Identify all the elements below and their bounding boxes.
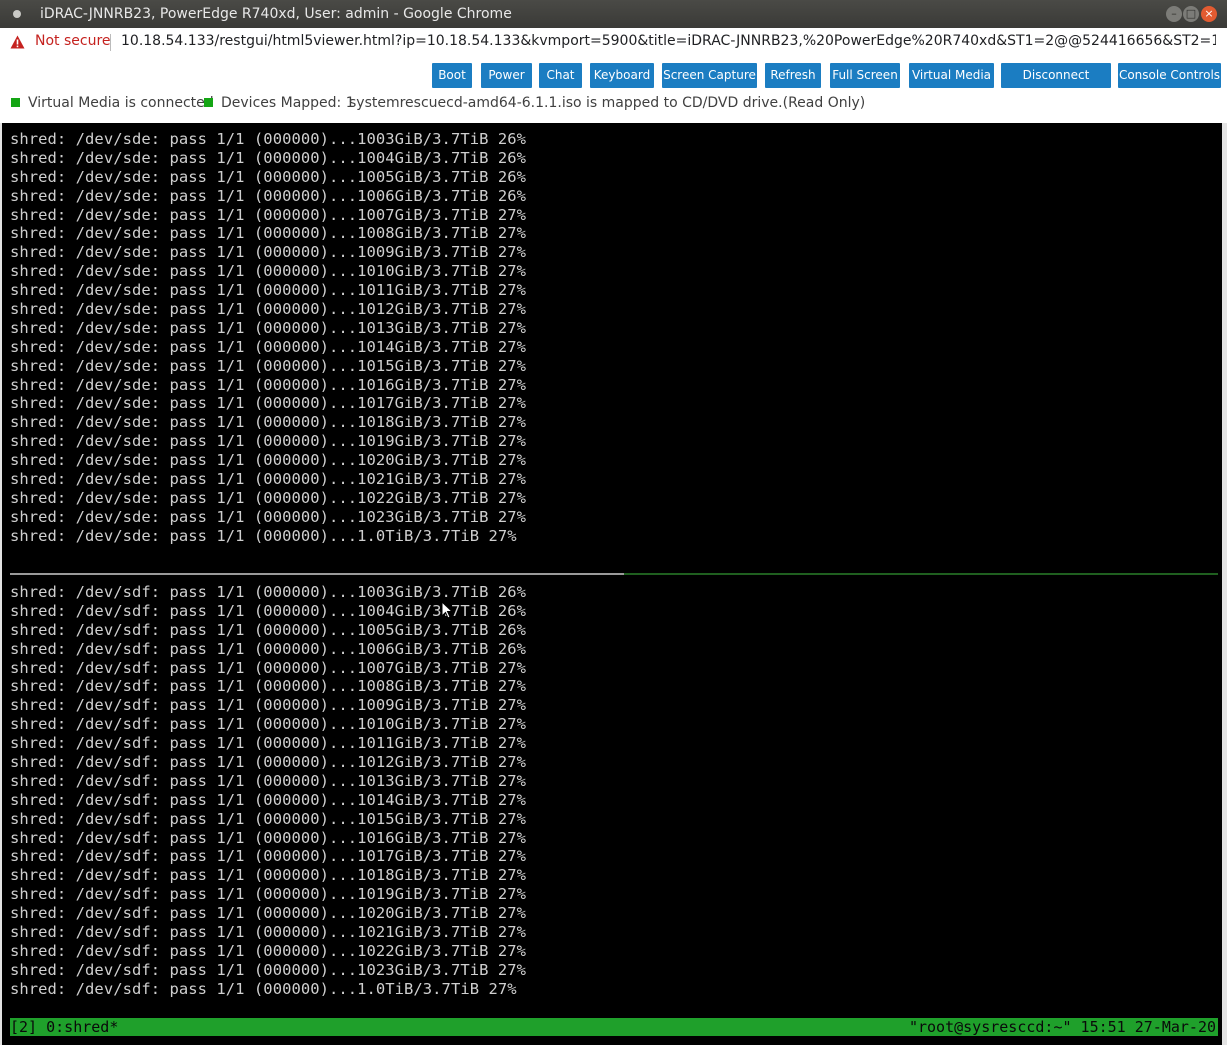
terminal-line: shred: /dev/sde: pass 1/1 (000000)...101… (10, 413, 526, 432)
terminal-line: shred: /dev/sde: pass 1/1 (000000)...101… (10, 262, 526, 281)
terminal-line: shred: /dev/sde: pass 1/1 (000000)...101… (10, 394, 526, 413)
terminal-line: shred: /dev/sde: pass 1/1 (000000)...102… (10, 451, 526, 470)
terminal-line: shred: /dev/sdf: pass 1/1 (000000)...101… (10, 790, 526, 809)
virtual-media-button[interactable]: Virtual Media (909, 63, 994, 88)
terminal-line: shred: /dev/sdf: pass 1/1 (000000)...101… (10, 715, 526, 734)
terminal-line: shred: /dev/sdf: pass 1/1 (000000)...100… (10, 677, 526, 696)
terminal-line: shred: /dev/sde: pass 1/1 (000000)...101… (10, 281, 526, 300)
terminal-line: shred: /dev/sdf: pass 1/1 (000000)...102… (10, 960, 526, 979)
tmux-status-bar: [2] 0:shred* "root@sysresccd:~" 15:51 27… (10, 1018, 1218, 1036)
terminal-line: shred: /dev/sde: pass 1/1 (000000)...102… (10, 488, 526, 507)
power-button[interactable]: Power (481, 63, 532, 88)
terminal-line: shred: /dev/sdf: pass 1/1 (000000)...101… (10, 771, 526, 790)
terminal-line: shred: /dev/sdf: pass 1/1 (000000)...100… (10, 658, 526, 677)
terminal-line: shred: /dev/sdf: pass 1/1 (000000)...102… (10, 904, 526, 923)
terminal-line: shred: /dev/sde: pass 1/1 (000000)...102… (10, 507, 526, 526)
terminal-line: shred: /dev/sdf: pass 1/1 (000000)...101… (10, 866, 526, 885)
screen-capture-button[interactable]: Screen Capture (662, 63, 757, 88)
terminal-line: shred: /dev/sdf: pass 1/1 (000000)...101… (10, 809, 526, 828)
terminal-line: shred: /dev/sde: pass 1/1 (000000)...101… (10, 318, 526, 337)
not-secure-label[interactable]: Not secure (35, 33, 111, 49)
chat-button[interactable]: Chat (539, 63, 582, 88)
terminal-line: shred: /dev/sde: pass 1/1 (000000)...100… (10, 224, 526, 243)
terminal-line: shred: /dev/sdf: pass 1/1 (000000)...100… (10, 620, 526, 639)
terminal-line: shred: /dev/sde: pass 1/1 (000000)...101… (10, 300, 526, 319)
console-controls-button[interactable]: Console Controls (1118, 63, 1221, 88)
terminal-line: shred: /dev/sdf: pass 1/1 (000000)...102… (10, 923, 526, 942)
terminal-line: shred: /dev/sde: pass 1/1 (000000)...100… (10, 167, 526, 186)
devices-mapped-status-icon (204, 98, 213, 107)
full-screen-button[interactable]: Full Screen (830, 63, 900, 88)
url-field[interactable]: 10.18.54.133/restgui/html5viewer.html?ip… (121, 33, 1216, 49)
terminal-line: shred: /dev/sdf: pass 1/1 (000000)...100… (10, 583, 526, 601)
pane-divider-active (624, 573, 1218, 575)
mouse-cursor-icon (441, 601, 453, 619)
terminal-line: shred: /dev/sdf: pass 1/1 (000000)...100… (10, 696, 526, 715)
terminal-line: shred: /dev/sde: pass 1/1 (000000)...100… (10, 148, 526, 167)
terminal-line: shred: /dev/sde: pass 1/1 (000000)...101… (10, 432, 526, 451)
maximize-icon[interactable]: □ (1183, 6, 1199, 22)
devices-mapped-status: Devices Mapped: 1 (221, 95, 355, 111)
console-border-right (1222, 123, 1227, 1045)
terminal-line: shred: /dev/sdf: pass 1/1 (000000)...100… (10, 639, 526, 658)
terminal-line: shred: /dev/sde: pass 1/1 (000000)...101… (10, 356, 526, 375)
pane-divider-inactive (10, 573, 624, 575)
boot-button[interactable]: Boot (432, 63, 472, 88)
window-menu-icon[interactable] (13, 10, 21, 18)
virtual-media-status-icon (11, 98, 20, 107)
terminal-line: shred: /dev/sde: pass 1/1 (000000)...102… (10, 470, 526, 489)
terminal-line: shred: /dev/sde: pass 1/1 (000000)...100… (10, 243, 526, 262)
tmux-pane-top: shred: /dev/sde: pass 1/1 (000000)...100… (10, 130, 526, 546)
virtual-media-status: Virtual Media is connected (28, 95, 214, 111)
terminal-line: shred: /dev/sde: pass 1/1 (000000)...100… (10, 186, 526, 205)
terminal-line: shred: /dev/sde: pass 1/1 (000000)...1.0… (10, 526, 517, 545)
window-titlebar: iDRAC-JNNRB23, PowerEdge R740xd, User: a… (0, 0, 1227, 28)
warning-icon (10, 35, 25, 49)
window-title: iDRAC-JNNRB23, PowerEdge R740xd, User: a… (40, 6, 512, 22)
minimize-icon[interactable]: – (1166, 6, 1182, 22)
terminal-line: shred: /dev/sde: pass 1/1 (000000)...101… (10, 375, 526, 394)
tmux-window-list: [2] 0:shred* (10, 1018, 119, 1036)
terminal-line: shred: /dev/sde: pass 1/1 (000000)...101… (10, 337, 526, 356)
terminal-line: shred: /dev/sde: pass 1/1 (000000)...100… (10, 130, 526, 148)
disconnect-viewer-button[interactable]: Disconnect Viewer (1001, 63, 1111, 107)
mapping-status: systemrescuecd-amd64-6.1.1.iso is mapped… (349, 95, 866, 111)
terminal-line: shred: /dev/sdf: pass 1/1 (000000)...102… (10, 941, 526, 960)
close-icon[interactable]: × (1201, 6, 1217, 22)
terminal-line: shred: /dev/sdf: pass 1/1 (000000)...101… (10, 828, 526, 847)
terminal-line: shred: /dev/sdf: pass 1/1 (000000)...101… (10, 753, 526, 772)
address-bar[interactable]: Not secure 10.18.54.133/restgui/html5vie… (0, 28, 1227, 58)
terminal-line: shred: /dev/sdf: pass 1/1 (000000)...1.0… (10, 979, 517, 998)
viewer-toolbar: Boot Power Chat Keyboard Screen Capture … (0, 57, 1227, 123)
terminal-line: shred: /dev/sdf: pass 1/1 (000000)...101… (10, 885, 526, 904)
tmux-status-right: "root@sysresccd:~" 15:51 27-Mar-20 (908, 1018, 1216, 1036)
terminal-line: shred: /dev/sde: pass 1/1 (000000)...100… (10, 205, 526, 224)
refresh-button[interactable]: Refresh (765, 63, 821, 88)
keyboard-button[interactable]: Keyboard (590, 63, 654, 88)
console-border-left (0, 123, 2, 1045)
terminal-line: shred: /dev/sdf: pass 1/1 (000000)...101… (10, 847, 526, 866)
address-separator (110, 34, 111, 51)
terminal-line: shred: /dev/sdf: pass 1/1 (000000)...101… (10, 734, 526, 753)
tmux-pane-bottom: shred: /dev/sdf: pass 1/1 (000000)...100… (10, 583, 526, 999)
